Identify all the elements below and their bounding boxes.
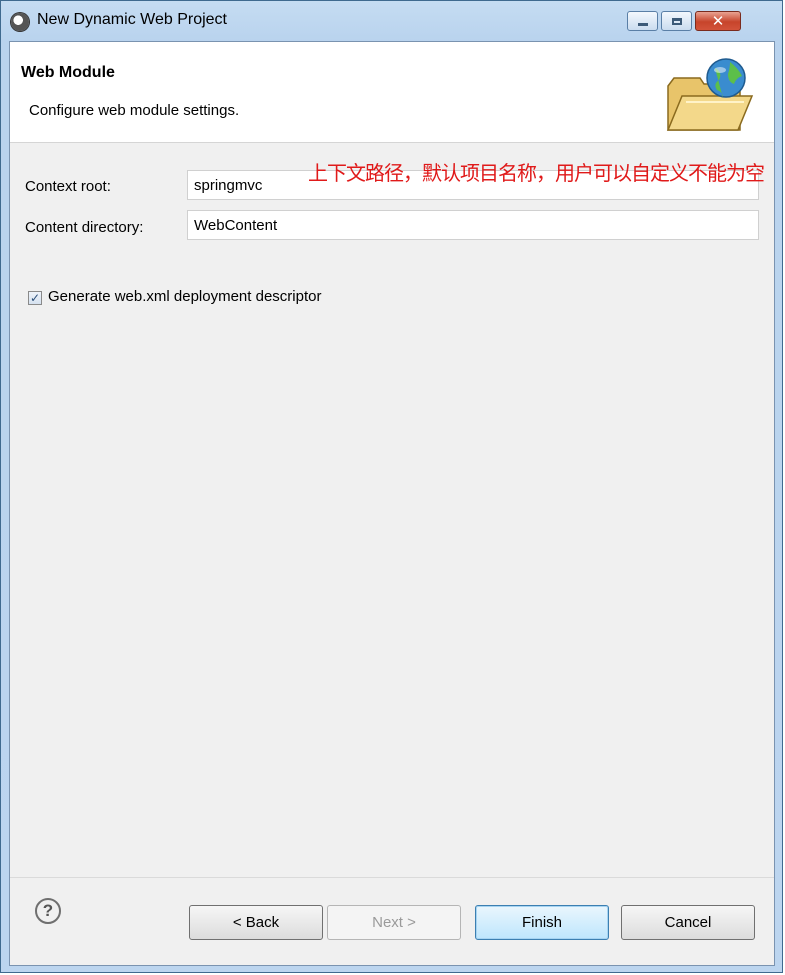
footer-divider: [10, 877, 774, 878]
back-button[interactable]: < Back: [189, 905, 323, 940]
title-bar[interactable]: New Dynamic Web Project ✕: [1, 1, 782, 41]
red-annotation-note: 上下文路径，默认项目名称，用户可以自定义不能为空: [308, 161, 765, 185]
close-button[interactable]: ✕: [695, 11, 741, 31]
page-description: Configure web module settings.: [29, 102, 240, 119]
close-icon: ✕: [711, 11, 725, 30]
web-folder-globe-icon: [666, 58, 754, 131]
generate-web-xml-checkbox[interactable]: ✓: [28, 291, 42, 305]
dialog-window: New Dynamic Web Project ✕ Web Module Con…: [0, 0, 783, 973]
content-directory-label: Content directory:: [25, 219, 144, 236]
maximize-icon: [671, 17, 682, 25]
window-title: New Dynamic Web Project: [37, 11, 227, 28]
page-banner: Web Module Configure web module settings…: [10, 42, 774, 143]
finish-button[interactable]: Finish: [475, 905, 609, 940]
content-directory-input[interactable]: [187, 210, 759, 240]
minimize-icon: [637, 22, 648, 26]
next-button[interactable]: Next >: [327, 905, 461, 940]
maximize-button[interactable]: [661, 11, 692, 31]
help-icon[interactable]: ?: [35, 898, 61, 924]
context-root-label: Context root:: [25, 178, 111, 195]
generate-web-xml-label[interactable]: Generate web.xml deployment descriptor: [48, 288, 321, 305]
cancel-button[interactable]: Cancel: [621, 905, 755, 940]
dialog-client-area: Web Module Configure web module settings…: [9, 41, 775, 966]
minimize-button[interactable]: [627, 11, 658, 31]
page-title: Web Module: [21, 64, 115, 81]
eclipse-app-icon: [11, 13, 29, 31]
checkmark-icon: ✓: [29, 291, 41, 305]
